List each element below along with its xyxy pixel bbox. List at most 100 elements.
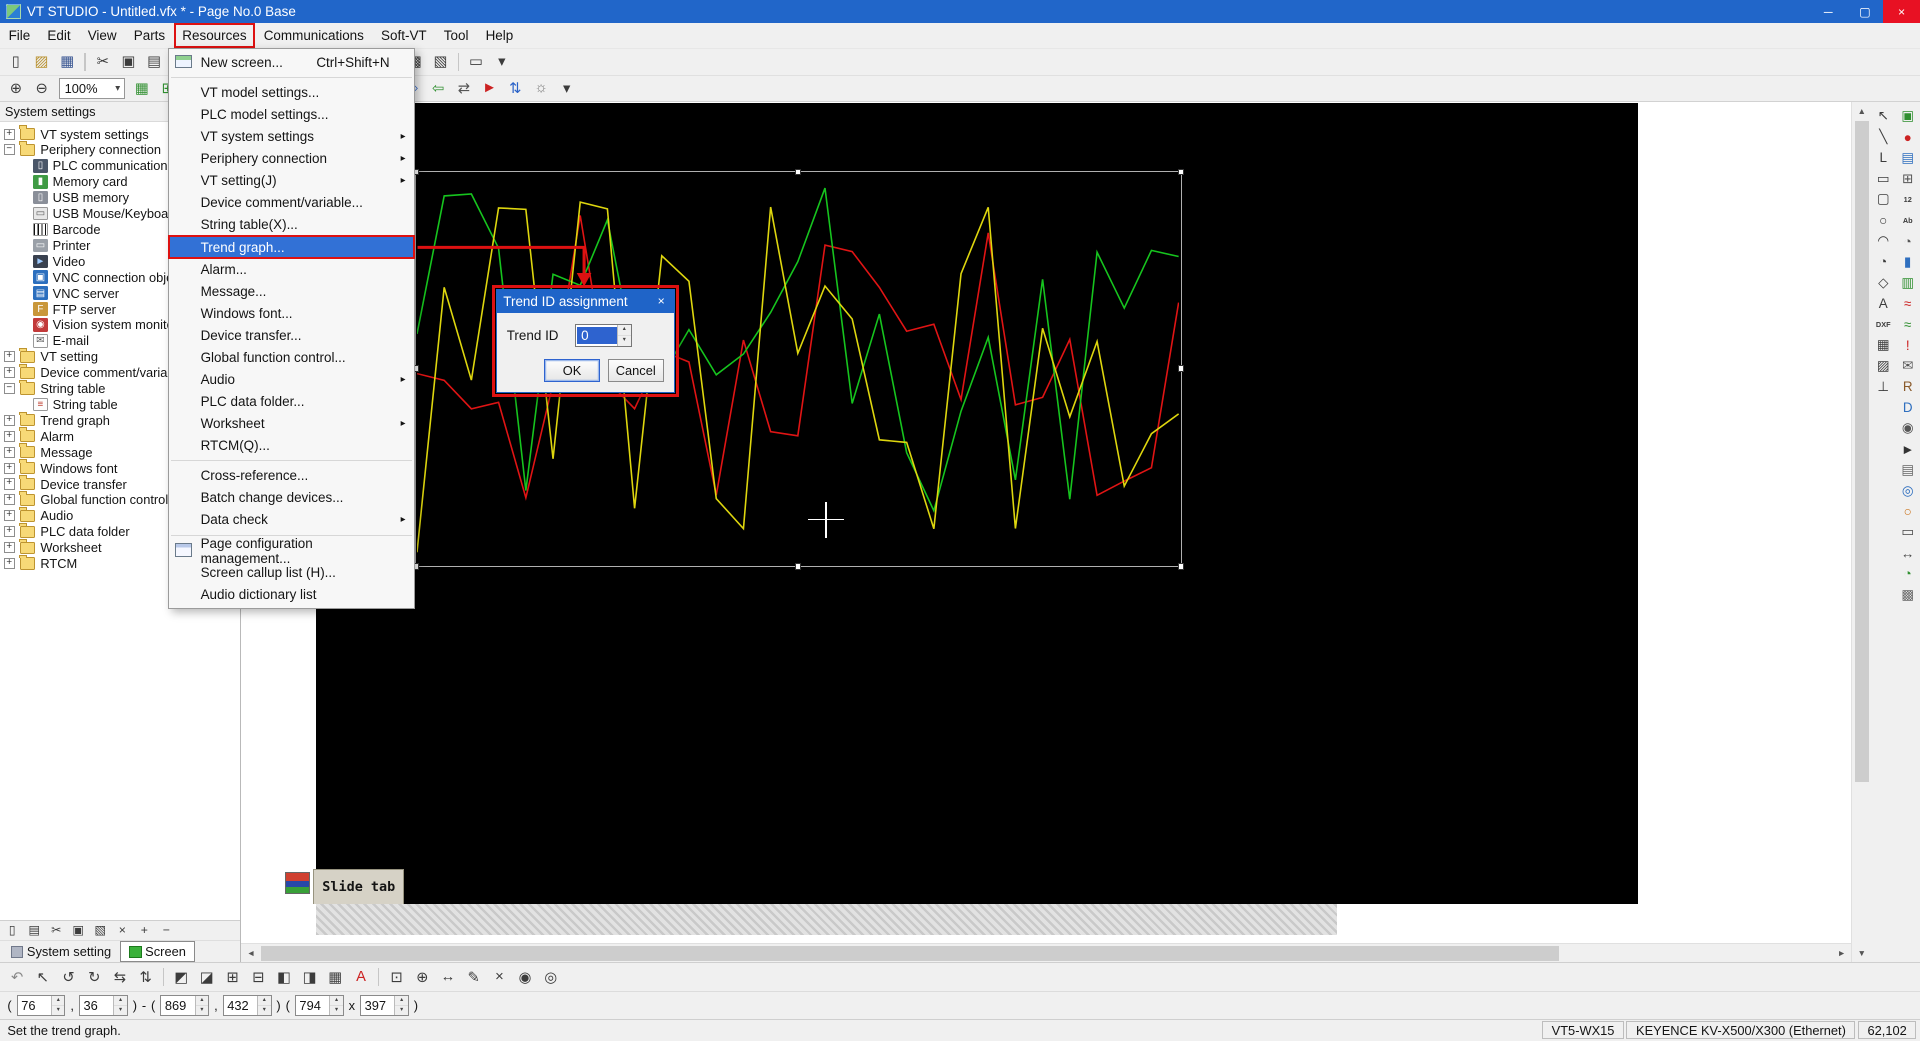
camera-view-icon[interactable]: ◉: [1897, 418, 1919, 438]
scroll-left-icon[interactable]: ◄: [241, 944, 261, 963]
menu-item-audio-dictionary-list[interactable]: Audio dictionary list: [169, 584, 414, 606]
line-graph-icon[interactable]: ≈: [1897, 314, 1919, 334]
expand-icon[interactable]: +: [4, 510, 15, 521]
transfer-monitor-icon[interactable]: ⇄: [452, 77, 476, 100]
select-area-icon[interactable]: ⊡: [384, 965, 408, 988]
save-file-icon[interactable]: ▦: [55, 50, 79, 73]
group-icon[interactable]: ⊞: [220, 965, 244, 988]
menu-item-worksheet[interactable]: Worksheet▸: [169, 412, 414, 434]
menu-item-vt-model-settings[interactable]: VT model settings...: [169, 82, 414, 104]
alarm-part-icon[interactable]: !: [1897, 335, 1919, 355]
edit-vertex-icon[interactable]: ✎: [461, 965, 485, 988]
menu-item-alarm[interactable]: Alarm...: [169, 258, 414, 280]
menu-item-page-configuration-management[interactable]: Page configuration management...: [169, 540, 414, 562]
tree-delete-icon[interactable]: ×: [113, 921, 133, 939]
dxf-tool-icon[interactable]: DXF: [1872, 314, 1894, 334]
expand-icon[interactable]: +: [4, 494, 15, 505]
page-thumbnail[interactable]: [285, 872, 309, 894]
menu-parts[interactable]: Parts: [125, 23, 174, 47]
collapse-icon[interactable]: −: [4, 383, 15, 394]
selection-handle[interactable]: [795, 563, 801, 569]
collapse-icon[interactable]: −: [4, 144, 15, 155]
menu-item-vt-setting-j[interactable]: VT setting(J)▸: [169, 170, 414, 192]
system-tool-icon[interactable]: ☼: [529, 77, 553, 100]
align-left-icon[interactable]: ◧: [272, 965, 296, 988]
menu-item-batch-change-devices[interactable]: Batch change devices...: [169, 487, 414, 509]
menu-file[interactable]: File: [0, 23, 39, 47]
grid-display-icon[interactable]: ▦: [130, 77, 154, 100]
close-button[interactable]: ×: [1883, 0, 1920, 23]
table-tool-icon[interactable]: ▦: [1872, 335, 1894, 355]
rectangle-tool-icon[interactable]: ▭: [1872, 169, 1894, 189]
zoom-in-icon[interactable]: ⊕: [4, 77, 28, 100]
level-meter-icon[interactable]: ▥: [1897, 273, 1919, 293]
menu-help[interactable]: Help: [477, 23, 522, 47]
transfer-from-vt-icon[interactable]: ⇦: [426, 77, 450, 100]
text-display-icon[interactable]: Ab: [1897, 211, 1919, 231]
minimize-button[interactable]: ─: [1810, 0, 1847, 23]
dialog-close-icon[interactable]: ×: [650, 291, 672, 311]
expand-icon[interactable]: +: [4, 367, 15, 378]
selection-handle[interactable]: [1178, 563, 1184, 569]
open-file-icon[interactable]: ▨: [29, 50, 53, 73]
slider-part-icon[interactable]: ↔: [1897, 543, 1919, 563]
menu-item-device-transfer[interactable]: Device transfer...: [169, 324, 414, 346]
y2-field[interactable]: 432▴▾: [223, 995, 272, 1016]
menu-view[interactable]: View: [79, 23, 125, 47]
polyline-tool-icon[interactable]: L: [1872, 148, 1894, 168]
menu-item-vt-system-settings[interactable]: VT system settings▸: [169, 126, 414, 148]
tool-dropdown-icon[interactable]: ▾: [554, 77, 578, 100]
expand-icon[interactable]: +: [4, 478, 15, 489]
polygon-tool-icon[interactable]: ◇: [1872, 273, 1894, 293]
plc-transfer-icon[interactable]: ⇅: [503, 77, 527, 100]
expand-icon[interactable]: +: [4, 526, 15, 537]
menu-item-windows-font[interactable]: Windows font...: [169, 302, 414, 324]
clock-display-icon[interactable]: ◔: [1897, 231, 1919, 251]
tree-copy-icon[interactable]: ▣: [68, 921, 88, 939]
video-part-icon[interactable]: ►: [1897, 439, 1919, 459]
sector-tool-icon[interactable]: ◔: [1872, 252, 1894, 272]
lock-object-icon[interactable]: ◉: [513, 965, 537, 988]
show-hide-icon[interactable]: ◎: [539, 965, 563, 988]
expand-icon[interactable]: +: [4, 129, 15, 140]
menu-item-message[interactable]: Message...: [169, 280, 414, 302]
zoom-out-icon[interactable]: ⊖: [29, 77, 53, 100]
tree-cut-icon[interactable]: ✂: [46, 921, 66, 939]
maximize-button[interactable]: ▢: [1847, 0, 1884, 23]
push-button-icon[interactable]: ▭: [1897, 522, 1919, 542]
zoom-level-select[interactable]: 100% ▾: [59, 78, 125, 99]
select-mode-icon[interactable]: ↖: [31, 965, 55, 988]
trend-id-input[interactable]: 0 ▴▾: [575, 324, 631, 346]
x1-field[interactable]: 76▴▾: [17, 995, 66, 1016]
flip-horizontal-icon[interactable]: ⇆: [108, 965, 132, 988]
delete-screen-icon[interactable]: ▧: [428, 50, 452, 73]
paste-icon[interactable]: ▤: [142, 50, 166, 73]
cancel-button[interactable]: Cancel: [608, 359, 664, 382]
bar-graph-icon[interactable]: ▮: [1897, 252, 1919, 272]
menu-item-global-function-control[interactable]: Global function control...: [169, 346, 414, 368]
copy-icon[interactable]: ▣: [116, 50, 140, 73]
rotate-right-icon[interactable]: ↻: [82, 965, 106, 988]
expand-icon[interactable]: +: [4, 431, 15, 442]
text-style-icon[interactable]: A: [349, 965, 373, 988]
tree-props-icon[interactable]: ▤: [24, 921, 44, 939]
expand-icon[interactable]: +: [4, 415, 15, 426]
recipe-part-icon[interactable]: R: [1897, 377, 1919, 397]
horizontal-scroll-thumb[interactable]: [261, 946, 1559, 961]
send-to-back-icon[interactable]: ◪: [195, 965, 219, 988]
tree-new-icon[interactable]: ▯: [2, 921, 22, 939]
rotate-left-icon[interactable]: ↺: [56, 965, 80, 988]
height-field[interactable]: 397▴▾: [360, 995, 409, 1016]
menu-item-string-table-x[interactable]: String table(X)...: [169, 214, 414, 236]
scroll-down-icon[interactable]: ▼: [1852, 944, 1871, 962]
selection-handle[interactable]: [1178, 169, 1184, 175]
menu-item-data-check[interactable]: Data check▸: [169, 509, 414, 531]
arc-tool-icon[interactable]: ◠: [1872, 231, 1894, 251]
delete-object-icon[interactable]: ×: [487, 965, 511, 988]
menu-communications[interactable]: Communications: [255, 23, 372, 47]
tree-paste-icon[interactable]: ▧: [91, 921, 111, 939]
message-part-icon[interactable]: ✉: [1897, 356, 1919, 376]
menu-soft-vt[interactable]: Soft-VT: [372, 23, 435, 47]
y1-field[interactable]: 36▴▾: [79, 995, 128, 1016]
expand-icon[interactable]: +: [4, 463, 15, 474]
